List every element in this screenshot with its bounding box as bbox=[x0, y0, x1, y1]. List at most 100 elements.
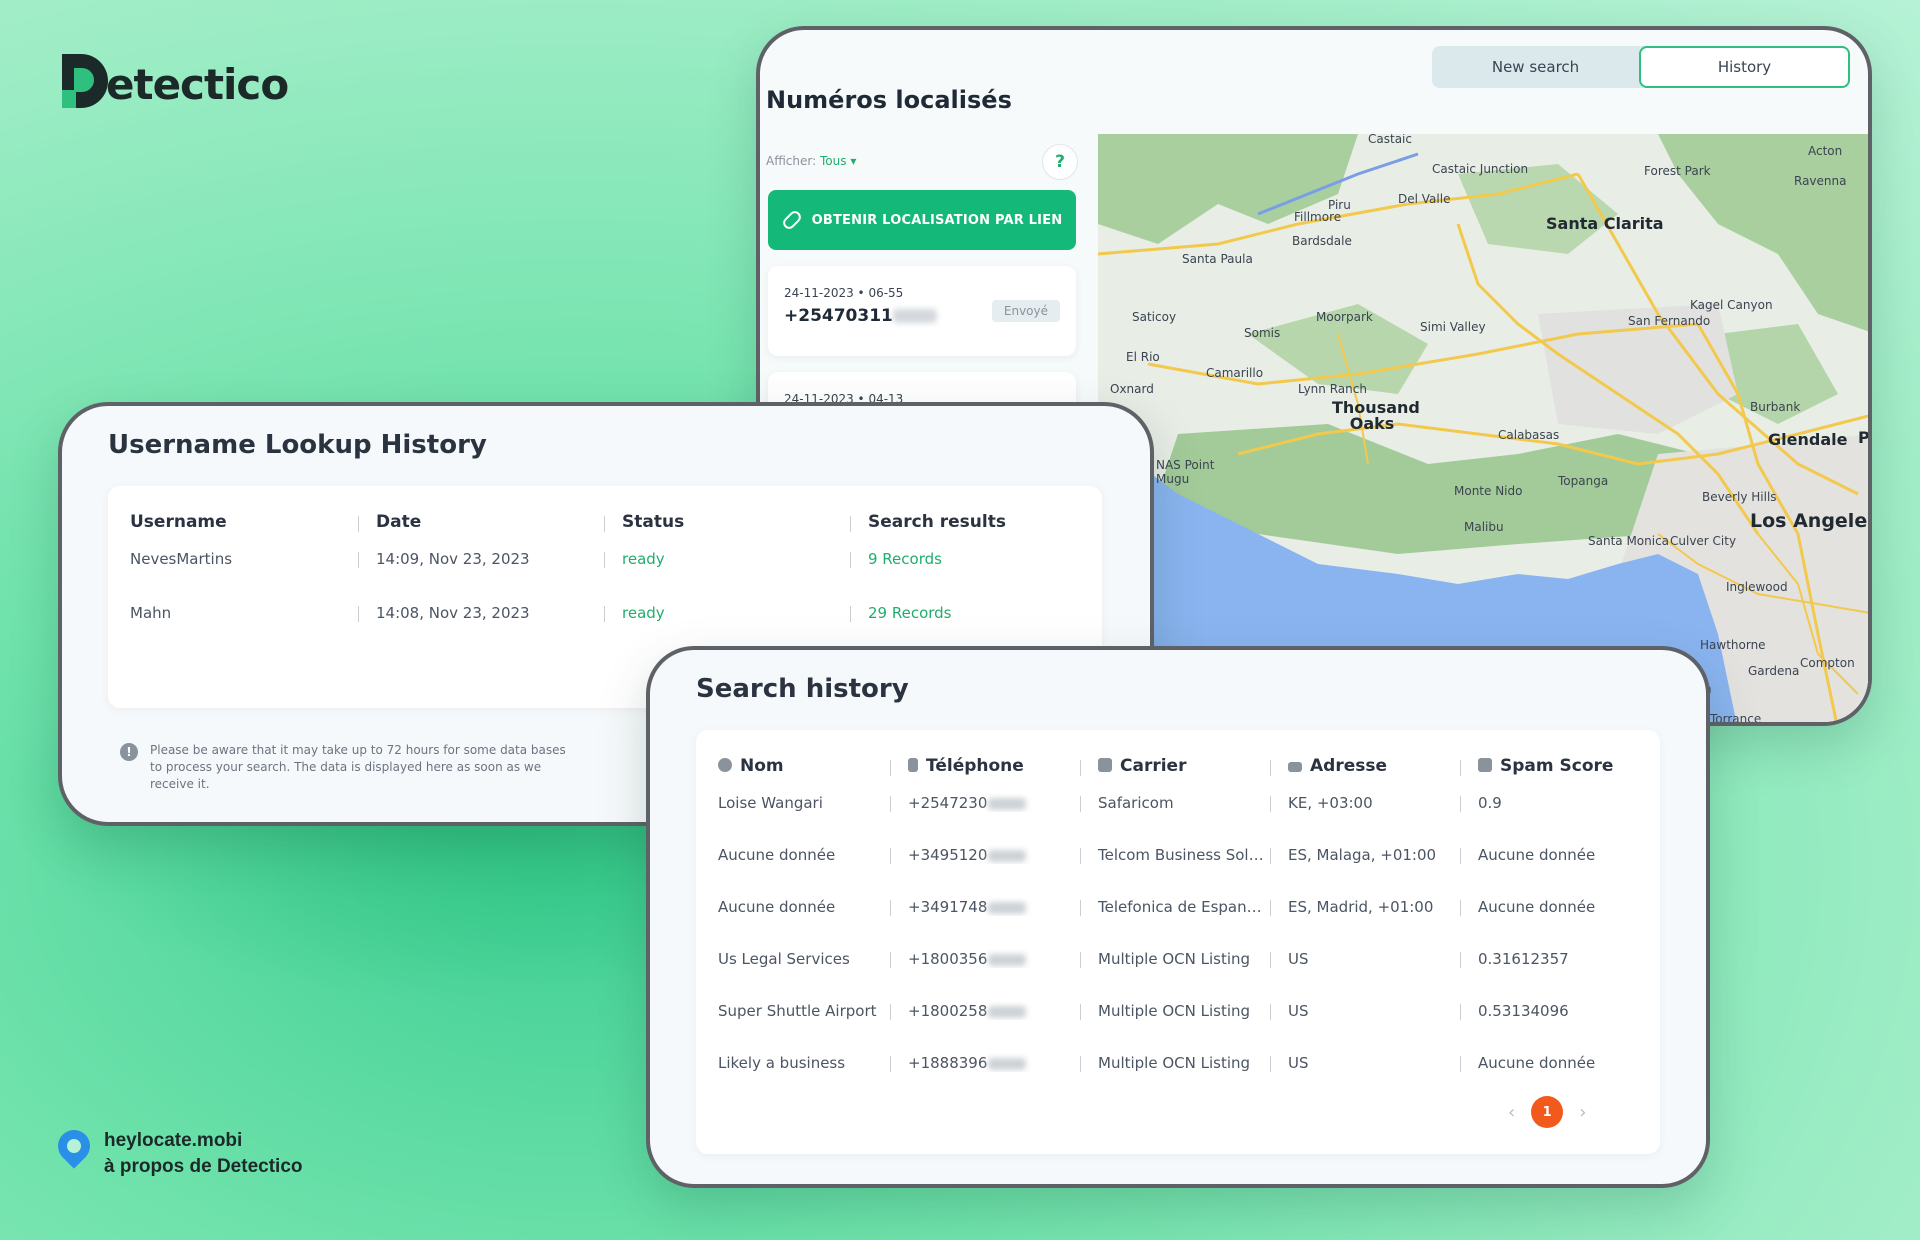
phone-blur bbox=[988, 797, 1027, 810]
location-pin-icon bbox=[51, 1123, 97, 1176]
column-header: Date bbox=[376, 512, 422, 532]
map-label: Oxnard bbox=[1110, 382, 1154, 396]
map-label: Camarillo bbox=[1206, 366, 1264, 380]
location-card[interactable]: 24-11-2023 • 06-55 +25470311 Envoyé bbox=[768, 266, 1076, 356]
map-label: Glendale bbox=[1768, 430, 1848, 449]
address-cell: US bbox=[1288, 1002, 1309, 1020]
map-label: Compton bbox=[1800, 656, 1855, 670]
chevron-down-icon: ▾ bbox=[850, 154, 857, 168]
map-label: Lynn Ranch bbox=[1298, 382, 1367, 396]
page-title: Numéros localisés bbox=[766, 86, 1012, 114]
carrier-cell: Telcom Business Solu... bbox=[1098, 846, 1270, 864]
carrier-cell: Multiple OCN Listing bbox=[1098, 950, 1251, 968]
name-cell: Super Shuttle Airport bbox=[718, 1002, 877, 1020]
logo-text: etectico bbox=[106, 60, 289, 109]
tab-history[interactable]: History bbox=[1639, 46, 1850, 88]
name-cell: Aucune donnée bbox=[718, 898, 836, 916]
status-badge: Envoyé bbox=[991, 300, 1060, 322]
location-date: 24-11-2023 • 06-55 bbox=[784, 286, 904, 300]
carrier-cell: Safaricom bbox=[1098, 794, 1174, 812]
filter-label: Afficher: bbox=[766, 154, 817, 168]
map-label: Culver City bbox=[1670, 534, 1737, 548]
location-number: +25470311 bbox=[784, 306, 937, 326]
username-cell: Mahn bbox=[130, 604, 172, 622]
map-label: Moorpark bbox=[1316, 310, 1373, 324]
map-label: Ravenna bbox=[1794, 174, 1847, 188]
map-label: Castaic bbox=[1368, 134, 1412, 146]
number-blur bbox=[892, 309, 937, 323]
tab-toggle: New search History bbox=[1432, 46, 1850, 88]
notice-text: Please be aware that it may take up to 7… bbox=[150, 743, 566, 791]
map-label: Bardsdale bbox=[1292, 234, 1352, 248]
map-label: Santa Paula bbox=[1182, 252, 1253, 266]
map-label: Torrance bbox=[1710, 712, 1762, 726]
map-label: Thousand Oaks bbox=[1332, 398, 1420, 433]
spam-score-cell: Aucune donnée bbox=[1478, 898, 1596, 916]
status-cell: ready bbox=[622, 604, 665, 622]
phone-cell: +3491748 bbox=[908, 898, 1080, 916]
map[interactable]: Castaic Castaic Junction Forest Park Act… bbox=[1098, 134, 1872, 726]
map-label: Hawthorne bbox=[1700, 638, 1766, 652]
carrier-cell: Telefonica de Espana,... bbox=[1098, 898, 1270, 916]
map-label: Malibu bbox=[1464, 520, 1504, 534]
map-label: Monte Nido bbox=[1454, 484, 1523, 498]
phone-cell: +1800356 bbox=[908, 950, 1080, 968]
map-label: Santa Clarita bbox=[1546, 214, 1664, 233]
map-label: Inglewood bbox=[1726, 580, 1788, 594]
help-button[interactable]: ? bbox=[1042, 144, 1078, 180]
spam-score-cell: Aucune donnée bbox=[1478, 846, 1596, 864]
carrier-cell: Multiple OCN Listing bbox=[1098, 1054, 1251, 1072]
address-cell: US bbox=[1288, 1054, 1309, 1072]
map-label: El Rio bbox=[1126, 350, 1160, 364]
footer-brand: heylocate.mobi à propos de Detectico bbox=[51, 1123, 303, 1180]
get-location-link-button[interactable]: OBTENIR LOCALISATION PAR LIEN bbox=[768, 190, 1076, 250]
records-link[interactable]: 9 Records bbox=[868, 550, 942, 568]
phone-cell: +3495120 bbox=[908, 846, 1080, 864]
map-label: Beverly Hills bbox=[1702, 490, 1777, 504]
name-cell: Aucune donnée bbox=[718, 846, 836, 864]
link-icon bbox=[780, 208, 803, 232]
page-button-current[interactable]: 1 bbox=[1531, 1096, 1564, 1128]
map-label: Los Angeles bbox=[1750, 510, 1872, 532]
phone-blur bbox=[988, 849, 1027, 862]
map-label: Somis bbox=[1244, 326, 1281, 340]
address-cell: KE, +03:00 bbox=[1288, 794, 1373, 812]
column-header: Search results bbox=[868, 512, 1006, 532]
column-header: Username bbox=[130, 512, 227, 532]
address-cell: US bbox=[1288, 950, 1309, 968]
address-cell: ES, Madrid, +01:00 bbox=[1288, 898, 1434, 916]
user-icon bbox=[718, 758, 732, 772]
map-label: Topanga bbox=[1558, 474, 1609, 488]
phone-cell: +1888396 bbox=[908, 1054, 1080, 1072]
footer-site: heylocate.mobi bbox=[104, 1130, 243, 1151]
search-history-panel: Search history Nom Téléphone Carrier Adr… bbox=[646, 646, 1710, 1188]
processing-notice: ! Please be aware that it may take up to… bbox=[120, 742, 580, 793]
column-header: Téléphone bbox=[908, 756, 1024, 776]
address-cell: ES, Malaga, +01:00 bbox=[1288, 846, 1437, 864]
map-label: Pas bbox=[1858, 428, 1870, 447]
pagination: ‹ 1 › bbox=[1508, 1096, 1586, 1128]
map-label: San Fernando bbox=[1628, 314, 1711, 328]
info-icon: ! bbox=[120, 743, 138, 761]
tab-new-search[interactable]: New search bbox=[1432, 46, 1639, 88]
address-icon bbox=[1288, 762, 1302, 772]
column-header: Carrier bbox=[1098, 756, 1186, 776]
column-header: Adresse bbox=[1288, 756, 1387, 776]
map-label: Calabasas bbox=[1498, 428, 1560, 442]
logo-d-mark bbox=[62, 54, 110, 108]
get-location-link-label: OBTENIR LOCALISATION PAR LIEN bbox=[811, 212, 1063, 228]
map-label: Forest Park bbox=[1644, 164, 1711, 178]
spam-score-cell: 0.31612357 bbox=[1478, 950, 1569, 968]
chevron-left-icon[interactable]: ‹ bbox=[1508, 1102, 1515, 1123]
map-label: Acton bbox=[1808, 144, 1843, 158]
filter-dropdown[interactable]: Afficher: Tous ▾ bbox=[766, 154, 856, 168]
records-link[interactable]: 29 Records bbox=[868, 604, 952, 622]
phone-blur bbox=[988, 901, 1027, 914]
date-cell: 14:09, Nov 23, 2023 bbox=[376, 550, 530, 568]
username-panel-title: Username Lookup History bbox=[108, 430, 487, 460]
column-header: Nom bbox=[718, 756, 784, 776]
chevron-right-icon[interactable]: › bbox=[1579, 1102, 1586, 1123]
phone-cell: +1800258 bbox=[908, 1002, 1080, 1020]
map-label: NAS Point Mugu bbox=[1156, 458, 1215, 486]
map-label: Simi Valley bbox=[1420, 320, 1486, 334]
